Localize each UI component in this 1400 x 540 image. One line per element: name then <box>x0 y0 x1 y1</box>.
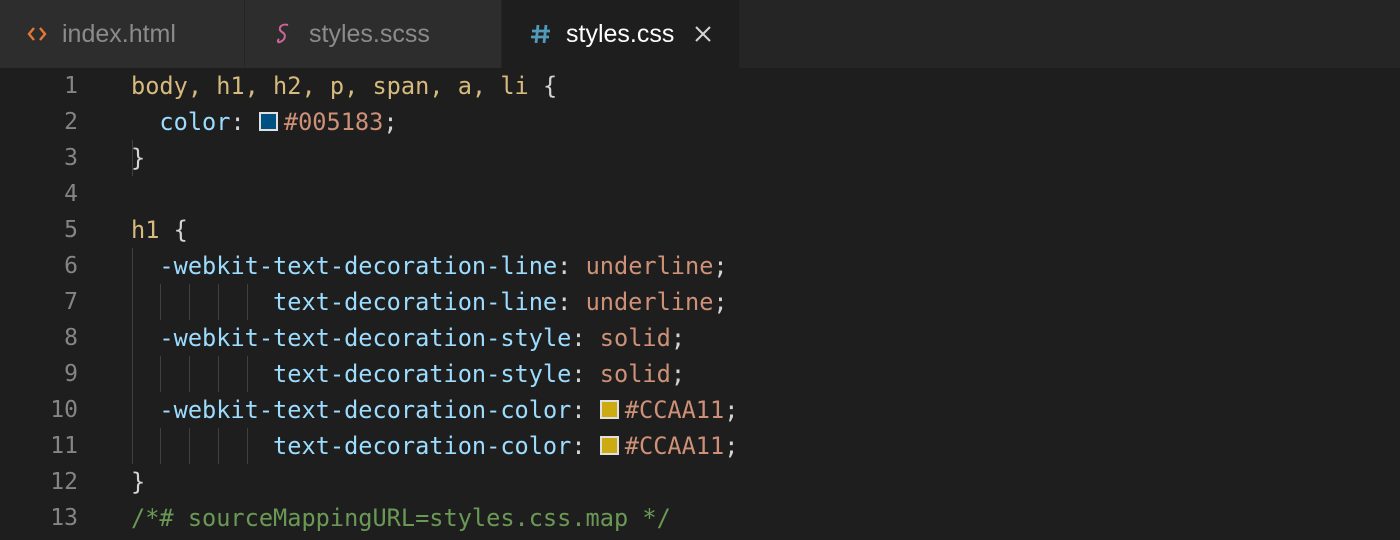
css-value: underline <box>585 252 714 280</box>
css-selector: h1 <box>131 216 160 244</box>
code-text: h1 { <box>131 212 188 248</box>
css-property: color <box>159 108 231 136</box>
line-number: 1 <box>64 73 78 99</box>
css-property: text-decoration-style <box>273 360 572 388</box>
css-value: #CCAA11 <box>624 432 725 460</box>
code-line[interactable]: 11 text-decoration-color: #CCAA11; <box>0 428 1400 464</box>
css-selector: body, h1, h2, p, span, a, li <box>131 72 529 100</box>
code-text: -webkit-text-decoration-color: #CCAA11; <box>159 396 739 424</box>
code-line[interactable]: 7 text-decoration-line: underline; <box>0 284 1400 320</box>
code-line[interactable]: 12} <box>0 464 1400 500</box>
css-property: -webkit-text-decoration-color <box>159 396 572 424</box>
code-line[interactable]: 13 /*# sourceMappingURL=styles.css.map */ <box>0 500 1400 536</box>
hash-icon <box>530 23 552 45</box>
tab-label: index.html <box>62 19 176 48</box>
source-map-comment: /*# sourceMappingURL=styles.css.map */ <box>131 504 671 532</box>
close-tab-icon[interactable] <box>694 25 712 43</box>
css-value: solid <box>599 324 671 352</box>
line-number: 12 <box>50 469 78 495</box>
line-number: 9 <box>64 361 78 387</box>
line-number: 3 <box>64 145 78 171</box>
line-number: 6 <box>64 253 78 279</box>
code-text: } <box>131 464 145 500</box>
line-number: 5 <box>64 217 78 243</box>
open-brace: { <box>528 72 558 100</box>
editor-tab-bar: index.html styles.scss styles.css <box>0 0 1400 68</box>
code-line[interactable]: 9 text-decoration-style: solid; <box>0 356 1400 392</box>
tab-styles-css[interactable]: styles.css <box>502 0 740 68</box>
line-number: 11 <box>50 433 78 459</box>
css-property: -webkit-text-decoration-line <box>159 252 558 280</box>
code-line[interactable]: 2 color: #005183; <box>0 104 1400 140</box>
code-text: text-decoration-color: #CCAA11; <box>273 432 739 460</box>
code-line[interactable]: 8 -webkit-text-decoration-style: solid; <box>0 320 1400 356</box>
tab-label: styles.css <box>566 19 675 48</box>
sass-icon <box>275 22 295 46</box>
code-text: } <box>131 140 145 176</box>
line-number: 4 <box>64 181 78 207</box>
code-line[interactable]: 4 <box>0 176 1400 212</box>
color-swatch[interactable] <box>599 436 619 455</box>
css-property: text-decoration-line <box>273 288 558 316</box>
code-line[interactable]: 5 h1 { <box>0 212 1400 248</box>
color-swatch[interactable] <box>599 400 619 419</box>
open-brace: { <box>159 216 188 244</box>
code-line[interactable]: 1 body, h1, h2, p, span, a, li { <box>0 68 1400 104</box>
color-swatch[interactable] <box>258 112 278 131</box>
code-text: text-decoration-style: solid; <box>273 360 686 388</box>
line-number: 13 <box>50 505 78 531</box>
code-text: /*# sourceMappingURL=styles.css.map */ <box>131 500 671 536</box>
line-number: 8 <box>64 325 78 351</box>
code-editor[interactable]: 1 body, h1, h2, p, span, a, li {2 color: … <box>0 68 1400 540</box>
line-number: 2 <box>64 109 78 135</box>
code-text: -webkit-text-decoration-style: solid; <box>159 324 686 352</box>
code-text: color: #005183; <box>159 108 398 136</box>
close-brace: } <box>131 144 146 172</box>
css-value: underline <box>585 288 714 316</box>
close-brace: } <box>131 468 146 496</box>
css-value: solid <box>599 360 671 388</box>
code-text: body, h1, h2, p, span, a, li { <box>131 68 557 104</box>
html-brackets-icon <box>26 24 48 44</box>
code-line[interactable]: 3} <box>0 140 1400 176</box>
tab-index-html[interactable]: index.html <box>0 0 245 68</box>
css-property: text-decoration-color <box>273 432 572 460</box>
code-line[interactable]: 6 -webkit-text-decoration-line: underlin… <box>0 248 1400 284</box>
tab-styles-scss[interactable]: styles.scss <box>245 0 502 68</box>
code-text: text-decoration-line: underline; <box>273 288 728 316</box>
css-property: -webkit-text-decoration-style <box>159 324 572 352</box>
code-text: -webkit-text-decoration-line: underline; <box>159 252 728 280</box>
line-number: 10 <box>50 397 78 423</box>
code-line[interactable]: 10 -webkit-text-decoration-color: #CCAA1… <box>0 392 1400 428</box>
tab-label: styles.scss <box>309 19 430 48</box>
css-value: #CCAA11 <box>624 396 725 424</box>
css-value: #005183 <box>283 108 384 136</box>
line-number: 7 <box>64 289 78 315</box>
